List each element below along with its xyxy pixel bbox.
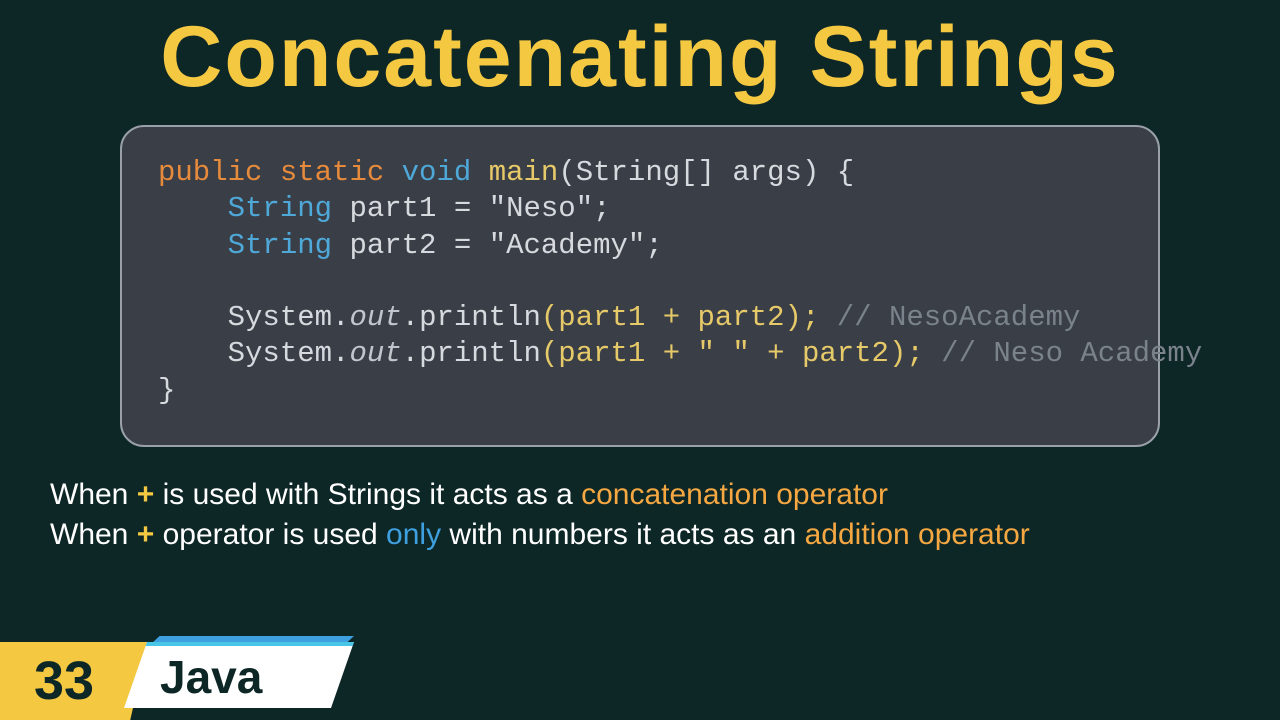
var-part1: part1 = [332, 192, 489, 225]
comment1: // NesoAcademy [819, 301, 1080, 334]
highlight-concat: concatenation operator [581, 478, 888, 511]
plus-sign: + [137, 518, 155, 551]
text: with numbers it acts as an [441, 518, 805, 551]
explain-line-1: When + is used with Strings it acts as a… [50, 475, 1280, 516]
semi: ; [645, 229, 662, 262]
type-string: String [228, 229, 332, 262]
kw-public: public [158, 156, 262, 189]
kw-void: void [402, 156, 472, 189]
var-part2: part2 = [332, 229, 489, 262]
text: is used with Strings it acts as a [154, 478, 581, 511]
sys: System. [228, 337, 350, 370]
println: .println [402, 301, 541, 334]
slide-title: Concatenating Strings [0, 0, 1280, 107]
text: operator is used [154, 518, 386, 551]
params: (String[] args) { [558, 156, 854, 189]
code-block: public static void main(String[] args) {… [120, 125, 1160, 447]
code-content: public static void main(String[] args) {… [158, 155, 1122, 409]
args1: (part1 + part2); [541, 301, 819, 334]
out: out [349, 301, 401, 334]
semi: ; [593, 192, 610, 225]
language-badge: Java [124, 642, 354, 708]
comment2: // Neso Academy [924, 337, 1202, 370]
close-brace: } [158, 374, 175, 407]
text: When [50, 478, 137, 511]
args2: (part1 + " " + part2); [541, 337, 924, 370]
plus-sign: + [137, 478, 155, 511]
footer-badges: 33 Java [0, 642, 354, 720]
fn-main: main [489, 156, 559, 189]
kw-static: static [280, 156, 384, 189]
out: out [349, 337, 401, 370]
highlight-addition: addition operator [805, 518, 1030, 551]
text: When [50, 518, 137, 551]
str-neso: "Neso" [489, 192, 593, 225]
explanation: When + is used with Strings it acts as a… [50, 475, 1280, 556]
highlight-only: only [386, 518, 441, 551]
lesson-number-badge: 33 [0, 642, 148, 720]
println: .println [402, 337, 541, 370]
language-badge-wrapper: Java [138, 642, 354, 720]
explain-line-2: When + operator is used only with number… [50, 515, 1280, 556]
sys: System. [228, 301, 350, 334]
str-academy: "Academy" [489, 229, 646, 262]
type-string: String [228, 192, 332, 225]
